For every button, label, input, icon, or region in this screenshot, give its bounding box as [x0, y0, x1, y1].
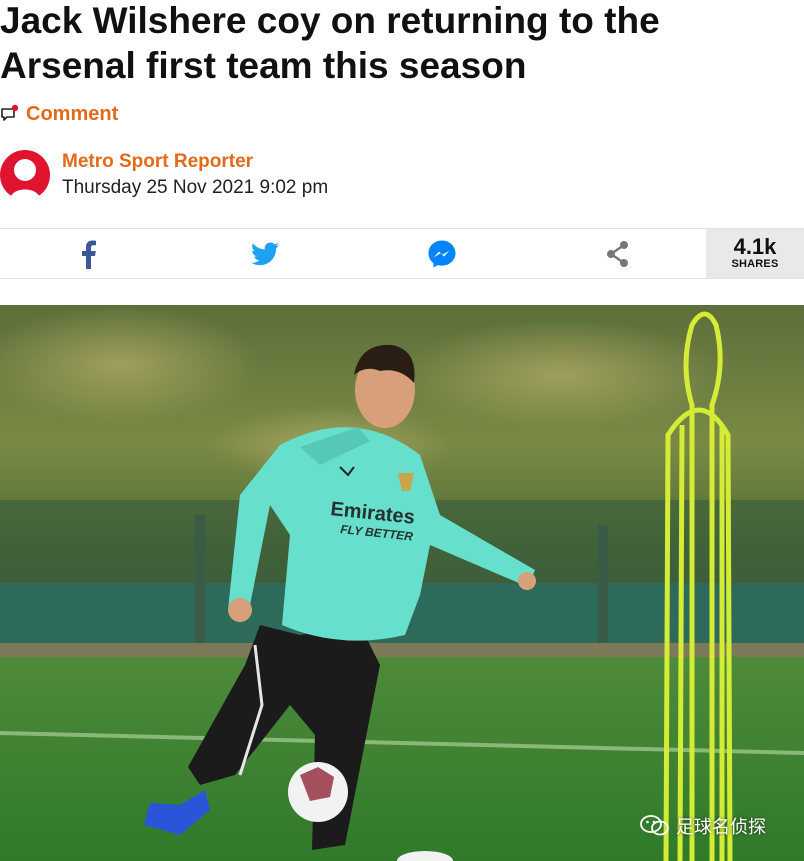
- share-count-label: SHARES: [731, 258, 779, 270]
- training-photo: Emirates FLY BETTER: [0, 305, 804, 861]
- author-name[interactable]: Metro Sport Reporter: [62, 150, 328, 174]
- share-count-number: 4.1k: [733, 234, 777, 259]
- share-more-button[interactable]: [588, 229, 648, 278]
- publish-date: Thursday 25 Nov 2021 9:02 pm: [62, 177, 329, 198]
- facebook-icon: [82, 240, 96, 269]
- facebook-share-button[interactable]: [58, 229, 118, 278]
- comment-label[interactable]: Comment: [26, 103, 118, 126]
- share-bar: 4.1k SHARES: [0, 228, 804, 279]
- comment-link[interactable]: Comment: [0, 101, 118, 127]
- twitter-icon: [251, 241, 279, 265]
- wechat-watermark: 足球名侦探: [640, 812, 766, 840]
- watermark-text: 足球名侦探: [676, 817, 766, 838]
- share-icon: [607, 240, 628, 267]
- wechat-icon: [640, 815, 669, 836]
- article-headline: Jack Wilshere coy on returning to the Ar…: [0, 0, 660, 86]
- byline: Metro Sport Reporter Thursday 25 Nov 202…: [0, 150, 328, 206]
- article-photo: Emirates FLY BETTER: [0, 305, 804, 861]
- comment-icon: [0, 104, 20, 124]
- author-avatar[interactable]: [0, 150, 50, 200]
- messenger-share-button[interactable]: [412, 229, 472, 278]
- messenger-icon: [428, 240, 456, 267]
- twitter-share-button[interactable]: [235, 229, 295, 278]
- share-count: 4.1k SHARES: [706, 229, 804, 278]
